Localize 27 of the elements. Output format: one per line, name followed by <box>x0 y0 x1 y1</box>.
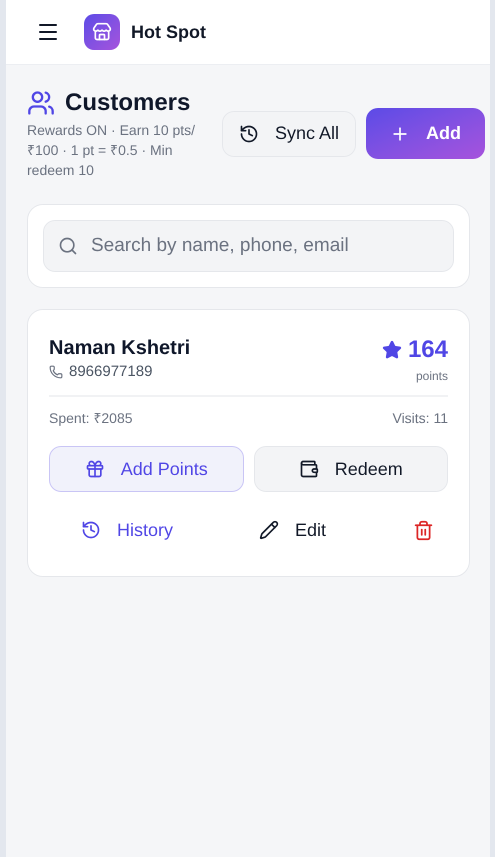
store-logo-icon <box>84 14 120 50</box>
add-button[interactable]: Add <box>366 108 486 159</box>
search-icon <box>58 236 78 256</box>
history-icon <box>239 124 259 144</box>
customer-name: Naman Kshetri <box>49 336 190 361</box>
gift-icon <box>84 459 105 479</box>
history-button[interactable]: History <box>73 510 182 550</box>
page-title: Customers <box>65 88 190 118</box>
search-field[interactable]: Search by name, phone, email <box>43 220 454 272</box>
redeem-button[interactable]: Redeem <box>254 446 448 492</box>
app-title: Hot Spot <box>131 20 206 44</box>
trash-icon <box>413 520 434 540</box>
phone-icon <box>49 365 63 380</box>
add-points-button[interactable]: Add Points <box>49 446 244 492</box>
pencil-icon <box>258 520 279 540</box>
rewards-summary: Rewards ON · Earn 10 pts/₹100 · 1 pt = ₹0.5 · Min redeem 10 <box>27 121 196 180</box>
wallet-icon <box>298 459 319 479</box>
visit-count: Visits: 11 <box>392 409 448 428</box>
edit-button[interactable]: Edit <box>250 510 334 550</box>
sync-all-button[interactable]: Sync All <box>222 110 356 156</box>
phone-number: 8966977189 <box>69 362 152 382</box>
spent-amount: Spent: ₹2085 <box>49 409 133 428</box>
star-icon <box>382 340 402 360</box>
history-icon <box>81 520 101 540</box>
points-value: 164 <box>408 335 448 365</box>
users-icon <box>27 89 55 117</box>
points-label: points <box>416 368 448 385</box>
